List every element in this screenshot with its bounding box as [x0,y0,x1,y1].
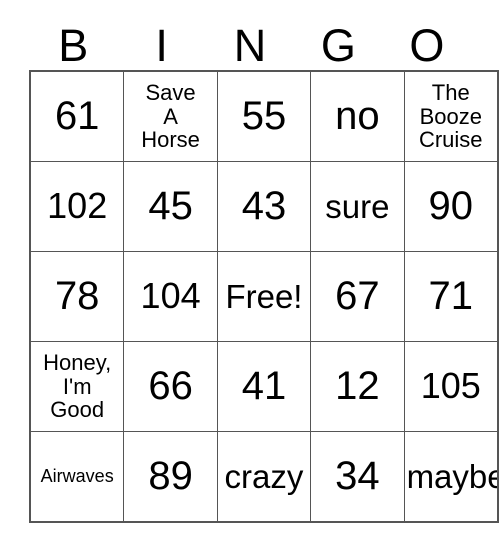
bingo-cell[interactable]: crazy [216,431,312,523]
bingo-cell[interactable]: The Booze Cruise [403,70,499,162]
bingo-cell[interactable]: 102 [29,161,125,252]
bingo-row: Airwaves 89 crazy 34 maybe [29,431,499,523]
bingo-header-letter-b: B [58,20,89,71]
bingo-cell-label: 105 [420,365,481,407]
bingo-cell-label: 71 [428,273,474,318]
bingo-cell-label: 90 [428,183,474,228]
bingo-header-letter-n: N [233,20,267,71]
bingo-cell-label: sure [325,187,390,225]
bingo-cell[interactable]: no [310,70,405,162]
bingo-cell-label: 66 [148,363,193,408]
bingo-header-letter-g: G [320,20,356,71]
bingo-cell-label: 45 [148,183,193,228]
bingo-cell-label: 104 [140,275,201,317]
bingo-cell[interactable]: 12 [310,341,405,432]
bingo-cell[interactable]: 78 [29,251,125,342]
bingo-cell-label: 34 [335,453,380,498]
bingo-cell-label: 41 [241,363,287,408]
bingo-cell[interactable]: 105 [403,341,499,432]
bingo-header-row: B I N G O [29,14,471,70]
bingo-cell-label: no [335,93,380,138]
bingo-cell-label: 55 [241,93,287,138]
bingo-cell-label: 12 [335,363,380,408]
bingo-cell-label: Save A Horse [141,79,200,153]
bingo-cell-free-space[interactable]: Free! [216,251,312,342]
bingo-row: 61 Save A Horse 55 no The Booze Cruise [29,70,499,162]
bingo-row: 102 45 43 sure 90 [29,161,499,252]
bingo-cell[interactable]: 34 [310,431,405,523]
bingo-cell-label: maybe [406,457,498,495]
bingo-cell[interactable]: 55 [216,70,312,162]
bingo-cell-label: 89 [148,453,193,498]
bingo-cell-label: 61 [54,93,100,138]
bingo-cell-label: crazy [224,457,304,495]
bingo-cell[interactable]: 104 [123,251,218,342]
bingo-cell[interactable]: 90 [403,161,499,252]
bingo-cell-label: 43 [241,183,287,228]
bingo-cell-label: The Booze Cruise [418,79,483,153]
bingo-cell[interactable]: 41 [216,341,312,432]
bingo-cell[interactable]: 61 [29,70,125,162]
bingo-cell-label: 102 [47,185,108,227]
bingo-cell-label: 78 [54,273,100,318]
bingo-cell[interactable]: 89 [123,431,218,523]
bingo-header-letter-o: O [409,20,445,71]
bingo-row: Honey, I'm Good 66 41 12 105 [29,341,499,432]
bingo-cell[interactable]: 43 [216,161,312,252]
bingo-free-space-label: Free! [225,277,303,315]
bingo-header-letter-i: I [155,20,168,71]
bingo-card: B I N G O 61 Save A Horse 55 no The Booz… [29,14,499,523]
bingo-cell-label: 67 [335,273,380,318]
bingo-cell[interactable]: 66 [123,341,218,432]
bingo-cell[interactable]: 45 [123,161,218,252]
bingo-cell-label: Honey, I'm Good [43,349,112,423]
bingo-cell[interactable]: sure [310,161,405,252]
bingo-cell[interactable]: Save A Horse [123,70,218,162]
bingo-cell[interactable]: Honey, I'm Good [29,341,125,432]
bingo-cell-label: Airwaves [40,465,114,486]
bingo-cell[interactable]: 71 [403,251,499,342]
bingo-cell[interactable]: 67 [310,251,405,342]
bingo-grid: 61 Save A Horse 55 no The Booze Cruise 1… [29,70,499,523]
bingo-row: 78 104 Free! 67 71 [29,251,499,342]
bingo-cell[interactable]: Airwaves [29,431,125,523]
bingo-cell[interactable]: maybe [403,431,499,523]
